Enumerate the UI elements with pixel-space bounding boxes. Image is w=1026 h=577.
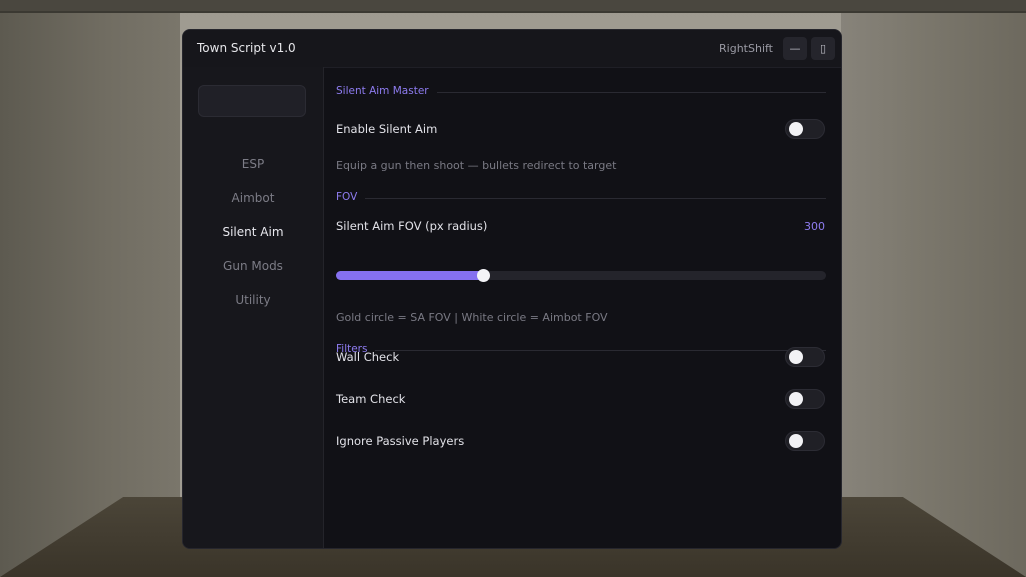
toggle-knob <box>789 434 803 448</box>
section-title: Silent Aim Master <box>336 85 437 97</box>
toggle-knob <box>789 350 803 364</box>
sidebar-item-utility[interactable]: Utility <box>183 288 323 312</box>
fov-slider-thumb[interactable] <box>477 269 490 282</box>
section-header-filters: Filters <box>336 343 826 357</box>
script-window: Town Script v1.0 RightShift — ▯ ESP Aimb… <box>182 29 842 549</box>
sidebar: ESP Aimbot Silent Aim Gun Mods Utility <box>183 67 324 548</box>
silent-aim-hint: Equip a gun then shoot — bullets redirec… <box>336 159 617 172</box>
toggle-hotkey-label: RightShift <box>719 42 773 55</box>
close-icon: ▯ <box>819 42 827 55</box>
section-divider <box>336 350 826 351</box>
game-background: Town Script v1.0 RightShift — ▯ ESP Aimb… <box>0 0 1026 577</box>
wall-check-label: Wall Check <box>336 350 400 364</box>
minimize-button[interactable]: — <box>783 37 807 60</box>
left-wall <box>0 0 180 577</box>
wall-check-toggle[interactable] <box>785 347 825 367</box>
section-divider <box>336 198 826 199</box>
sidebar-search-input[interactable] <box>198 85 306 117</box>
fov-hint: Gold circle = SA FOV | White circle = Ai… <box>336 311 608 324</box>
toggle-knob <box>789 392 803 406</box>
sidebar-item-label: Aimbot <box>231 191 275 205</box>
ceiling-edge <box>0 11 1026 13</box>
right-wall <box>841 0 1026 577</box>
team-check-label: Team Check <box>336 392 406 406</box>
sidebar-item-label: Utility <box>235 293 271 307</box>
team-check-toggle[interactable] <box>785 389 825 409</box>
toggle-knob <box>789 122 803 136</box>
ignore-passive-toggle[interactable] <box>785 431 825 451</box>
sidebar-item-silent-aim[interactable]: Silent Aim <box>183 220 323 244</box>
fov-slider-value: 300 <box>804 220 825 233</box>
ignore-passive-label: Ignore Passive Players <box>336 434 465 448</box>
enable-silent-aim-label: Enable Silent Aim <box>336 122 438 136</box>
sidebar-item-label: Gun Mods <box>223 259 283 273</box>
window-title: Town Script v1.0 <box>197 41 296 55</box>
sidebar-item-aimbot[interactable]: Aimbot <box>183 186 323 210</box>
fov-slider-label: Silent Aim FOV (px radius) <box>336 219 488 233</box>
section-header-master: Silent Aim Master <box>336 85 826 99</box>
content-panel: Silent Aim Master Enable Silent Aim Equi… <box>324 67 841 548</box>
minimize-icon: — <box>789 42 801 55</box>
fov-slider[interactable] <box>336 269 826 282</box>
fov-slider-fill <box>336 271 483 280</box>
close-button[interactable]: ▯ <box>811 37 835 60</box>
sidebar-item-esp[interactable]: ESP <box>183 152 323 176</box>
title-bar[interactable]: Town Script v1.0 RightShift — ▯ <box>183 30 841 68</box>
enable-silent-aim-toggle[interactable] <box>785 119 825 139</box>
section-title: FOV <box>336 191 366 203</box>
sidebar-item-gun-mods[interactable]: Gun Mods <box>183 254 323 278</box>
section-header-fov: FOV <box>336 191 826 205</box>
sidebar-item-label: ESP <box>241 157 265 171</box>
sidebar-item-label: Silent Aim <box>222 225 284 239</box>
